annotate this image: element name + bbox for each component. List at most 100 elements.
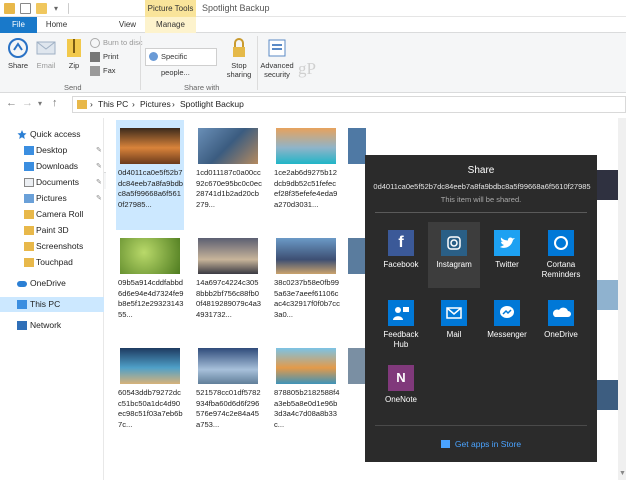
app-feedback-hub[interactable]: Feedback Hub	[375, 292, 427, 358]
file-tile[interactable]: 38c0237b58e0fb995a63e7aeef61106cac4c3291…	[272, 230, 340, 340]
nav-label: Network	[30, 320, 62, 330]
share-with-group-label: Share with	[184, 83, 220, 92]
nav-documents[interactable]: Documents ✎	[0, 175, 104, 190]
pin-icon[interactable]: ✎	[96, 143, 102, 158]
scroll-down-icon[interactable]: ▼	[619, 470, 626, 477]
thumbnail-image	[198, 238, 258, 274]
separator-icon	[68, 3, 69, 14]
app-instagram[interactable]: Instagram	[428, 222, 480, 288]
advanced-security-button[interactable]: Advanced security	[260, 37, 294, 79]
zip-button[interactable]: Zip	[62, 37, 86, 70]
nav-camera-roll[interactable]: Camera Roll	[0, 207, 104, 222]
file-tile[interactable]	[596, 160, 618, 230]
crumb-spotlight-backup[interactable]: Spotlight Backup	[180, 97, 244, 112]
app-onedrive[interactable]: OneDrive	[535, 292, 587, 358]
file-tile[interactable]	[344, 230, 366, 340]
get-apps-in-store-link[interactable]: Get apps in Store	[365, 439, 597, 449]
chevron-down-icon[interactable]: ▾	[38, 99, 42, 108]
nav-paint-3d[interactable]: Paint 3D	[0, 223, 104, 238]
new-folder-icon[interactable]	[36, 3, 47, 14]
nav-touchpad[interactable]: Touchpad	[0, 255, 104, 270]
back-arrow-icon[interactable]: ←	[6, 97, 17, 109]
app-mail[interactable]: Mail	[428, 292, 480, 358]
app-facebook[interactable]: f Facebook	[375, 222, 427, 288]
file-tile[interactable]	[344, 120, 366, 230]
tab-view[interactable]: View	[111, 17, 144, 33]
disc-icon	[90, 38, 100, 48]
nav-this-pc[interactable]: This PC	[0, 297, 104, 312]
nav-label: Desktop	[36, 145, 68, 155]
address-bar[interactable]: › This PC › Pictures › Spotlight Backup	[72, 96, 626, 113]
document-icon	[24, 178, 34, 187]
tab-home[interactable]: Home	[39, 17, 74, 33]
share-button[interactable]: Share	[4, 37, 32, 70]
picture-tools-label: Picture Tools	[145, 0, 196, 17]
burn-to-disc-button[interactable]: Burn to disc	[90, 37, 143, 49]
app-label: Feedback Hub	[383, 330, 419, 349]
navigation-pane: Quick access Desktop ✎ Downloads ✎ Docum…	[0, 118, 104, 480]
chevron-down-icon[interactable]: ▾	[54, 3, 62, 14]
file-tile[interactable]: 60543ddb79272dcc51bc50a1dc4d90ec98c51f03…	[116, 340, 184, 450]
nav-desktop[interactable]: Desktop ✎	[0, 143, 104, 158]
stop-sharing-button[interactable]: Stop sharing	[226, 37, 252, 79]
nav-label: OneDrive	[30, 278, 66, 288]
nav-label: Touchpad	[36, 257, 73, 267]
cloud-icon	[17, 281, 27, 287]
share-panel: Share 0d4011ca0e5f52b7dc84eeb7a8fa9bdbc8…	[365, 155, 597, 462]
email-button[interactable]: Email	[32, 37, 60, 70]
file-tile[interactable]: 09b5a914cddfabbd6d6e94e4d7324fe9b8e5f12e…	[116, 230, 184, 340]
thumbnail-image	[276, 238, 336, 274]
nav-screenshots[interactable]: Screenshots	[0, 239, 104, 254]
print-button[interactable]: Print	[90, 51, 118, 63]
share-with-combo[interactable]: Specific people...	[145, 48, 217, 77]
up-arrow-icon[interactable]: ↑	[52, 97, 58, 109]
tab-file[interactable]: File	[0, 17, 37, 33]
instagram-icon	[441, 230, 467, 256]
app-label: Twitter	[495, 260, 519, 269]
file-tile[interactable]	[344, 340, 366, 450]
nav-onedrive[interactable]: OneDrive	[0, 276, 104, 291]
forward-arrow-icon[interactable]: →	[22, 97, 33, 109]
app-twitter[interactable]: Twitter	[481, 222, 533, 288]
app-label: Messenger	[487, 330, 527, 339]
tab-manage[interactable]: Manage	[145, 17, 196, 33]
thumbnail-image	[596, 170, 618, 200]
fax-label: Fax	[103, 66, 116, 75]
file-tile[interactable]	[596, 270, 618, 340]
nav-pictures[interactable]: Pictures ✎	[0, 191, 104, 206]
folder-icon	[24, 242, 34, 251]
nav-quick-access[interactable]: Quick access	[0, 127, 104, 142]
crumb-separator: ›	[172, 99, 175, 109]
fax-button[interactable]: Fax	[90, 65, 116, 77]
thumbnail-image	[120, 238, 180, 274]
pin-icon[interactable]: ✎	[96, 175, 102, 190]
onenote-icon: N	[388, 365, 414, 391]
file-name: 1cd011187c0a00cc92c670e95bc0c0ec28741d1b…	[196, 168, 262, 209]
vertical-scrollbar[interactable]	[618, 118, 626, 480]
file-tile[interactable]: 14a697c4224c3058bbb2bf756c88fb00f4819289…	[194, 230, 262, 340]
file-tile[interactable]	[596, 380, 618, 450]
app-onenote[interactable]: N OneNote	[375, 357, 427, 423]
nav-network[interactable]: Network	[0, 318, 104, 333]
app-cortana-reminders[interactable]: Cortana Reminders	[535, 222, 587, 288]
app-label: Instagram	[436, 260, 472, 269]
share-file-name: 0d4011ca0e5f52b7dc84eeb7a8fa9bdbc8a5f996…	[373, 182, 591, 191]
properties-icon[interactable]	[20, 3, 31, 14]
pin-icon[interactable]: ✎	[96, 191, 102, 206]
file-tile[interactable]: 0d4011ca0e5f52b7dc84eeb7a8fa9bdbc8a5f996…	[116, 120, 184, 230]
file-tile[interactable]: 1ce2ab6d9275b12dcb9db52c51fefecef28f35ef…	[272, 120, 340, 230]
nav-downloads[interactable]: Downloads ✎	[0, 159, 104, 174]
app-label: Cortana Reminders	[541, 260, 581, 279]
file-name: 1ce2ab6d9275b12dcb9db52c51fefecef28f35ef…	[274, 168, 338, 209]
file-tile[interactable]: 1cd011187c0a00cc92c670e95bc0c0ec28741d1b…	[194, 120, 262, 230]
crumb-this-pc[interactable]: This PC	[98, 97, 128, 112]
file-tile[interactable]: 878805b2182588f4a3eb5a8e0d1e96b3d3a4c7d0…	[272, 340, 340, 450]
crumb-pictures[interactable]: Pictures	[140, 97, 171, 112]
folder-icon	[4, 3, 15, 14]
folder-icon	[24, 258, 34, 267]
file-tile[interactable]: 521578cc01df5782934fba60d6d6f296576e974c…	[194, 340, 262, 450]
app-messenger[interactable]: Messenger	[481, 292, 533, 358]
store-link-label: Get apps in Store	[454, 439, 522, 449]
pin-icon[interactable]: ✎	[96, 159, 102, 174]
thumbnail-image	[198, 348, 258, 384]
